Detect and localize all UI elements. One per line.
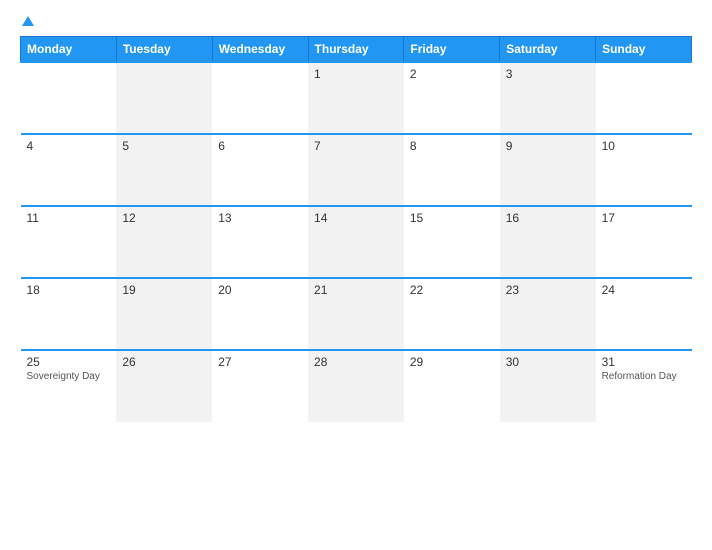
calendar-week-row: 18 19 20 21 22 23 24 — [21, 278, 692, 350]
calendar-cell: 6 — [212, 134, 308, 206]
calendar-cell: 4 — [21, 134, 117, 206]
calendar-cell: 27 — [212, 350, 308, 422]
day-number: 31 — [602, 355, 686, 369]
calendar-cell: 20 — [212, 278, 308, 350]
calendar-cell: 9 — [500, 134, 596, 206]
day-number: 2 — [410, 67, 494, 81]
calendar-cell: 24 — [596, 278, 692, 350]
day-number: 20 — [218, 283, 302, 297]
calendar-table: MondayTuesdayWednesdayThursdayFridaySatu… — [20, 36, 692, 422]
calendar-cell: 18 — [21, 278, 117, 350]
day-number: 16 — [506, 211, 590, 225]
calendar-week-row: 123 — [21, 62, 692, 134]
calendar-cell — [116, 62, 212, 134]
calendar-cell — [21, 62, 117, 134]
weekday-header-saturday: Saturday — [500, 37, 596, 63]
day-number: 6 — [218, 139, 302, 153]
day-number: 10 — [602, 139, 686, 153]
day-number: 15 — [410, 211, 494, 225]
weekday-header-friday: Friday — [404, 37, 500, 63]
day-number: 5 — [122, 139, 206, 153]
day-number: 27 — [218, 355, 302, 369]
day-number: 17 — [602, 211, 686, 225]
day-number: 12 — [122, 211, 206, 225]
calendar-cell: 7 — [308, 134, 404, 206]
header — [20, 16, 692, 26]
day-number: 19 — [122, 283, 206, 297]
calendar-cell — [212, 62, 308, 134]
calendar-cell: 19 — [116, 278, 212, 350]
calendar-cell: 30 — [500, 350, 596, 422]
logo — [20, 16, 34, 26]
day-number: 9 — [506, 139, 590, 153]
day-number: 29 — [410, 355, 494, 369]
calendar-cell: 12 — [116, 206, 212, 278]
calendar-cell: 23 — [500, 278, 596, 350]
calendar-cell: 3 — [500, 62, 596, 134]
calendar-cell: 13 — [212, 206, 308, 278]
weekday-header-tuesday: Tuesday — [116, 37, 212, 63]
calendar-cell: 11 — [21, 206, 117, 278]
weekday-header-sunday: Sunday — [596, 37, 692, 63]
day-number: 14 — [314, 211, 398, 225]
day-number: 25 — [27, 355, 111, 369]
day-number: 24 — [602, 283, 686, 297]
calendar-week-row: 456789 10 — [21, 134, 692, 206]
day-number: 23 — [506, 283, 590, 297]
calendar-page: MondayTuesdayWednesdayThursdayFridaySatu… — [0, 0, 712, 550]
calendar-cell: 17 — [596, 206, 692, 278]
day-number: 4 — [27, 139, 111, 153]
calendar-cell: 26 — [116, 350, 212, 422]
calendar-cell — [596, 62, 692, 134]
day-number: 30 — [506, 355, 590, 369]
day-number: 22 — [410, 283, 494, 297]
logo-triangle-icon — [22, 16, 34, 26]
calendar-cell: 1 — [308, 62, 404, 134]
weekday-header-monday: Monday — [21, 37, 117, 63]
day-number: 11 — [27, 211, 111, 225]
weekday-header-wednesday: Wednesday — [212, 37, 308, 63]
day-number: 21 — [314, 283, 398, 297]
calendar-cell: 15 — [404, 206, 500, 278]
calendar-cell: 5 — [116, 134, 212, 206]
calendar-cell: 31 Reformation Day — [596, 350, 692, 422]
calendar-cell: 2 — [404, 62, 500, 134]
holiday-name: Sovereignty Day — [27, 371, 111, 383]
calendar-week-row: 11 12 13 14 15 16 17 — [21, 206, 692, 278]
weekday-header-row: MondayTuesdayWednesdayThursdayFridaySatu… — [21, 37, 692, 63]
calendar-cell: 25 Sovereignty Day — [21, 350, 117, 422]
calendar-cell: 10 — [596, 134, 692, 206]
calendar-cell: 16 — [500, 206, 596, 278]
day-number: 26 — [122, 355, 206, 369]
calendar-week-row: 25 Sovereignty Day 26 27 28 29 30 31 Reformation… — [21, 350, 692, 422]
day-number: 1 — [314, 67, 398, 81]
day-number: 3 — [506, 67, 590, 81]
day-number: 28 — [314, 355, 398, 369]
calendar-cell: 28 — [308, 350, 404, 422]
day-number: 18 — [27, 283, 111, 297]
calendar-cell: 14 — [308, 206, 404, 278]
holiday-name: Reformation Day — [602, 371, 686, 383]
day-number: 13 — [218, 211, 302, 225]
day-number: 7 — [314, 139, 398, 153]
calendar-cell: 29 — [404, 350, 500, 422]
calendar-cell: 8 — [404, 134, 500, 206]
calendar-cell: 22 — [404, 278, 500, 350]
calendar-cell: 21 — [308, 278, 404, 350]
day-number: 8 — [410, 139, 494, 153]
weekday-header-thursday: Thursday — [308, 37, 404, 63]
